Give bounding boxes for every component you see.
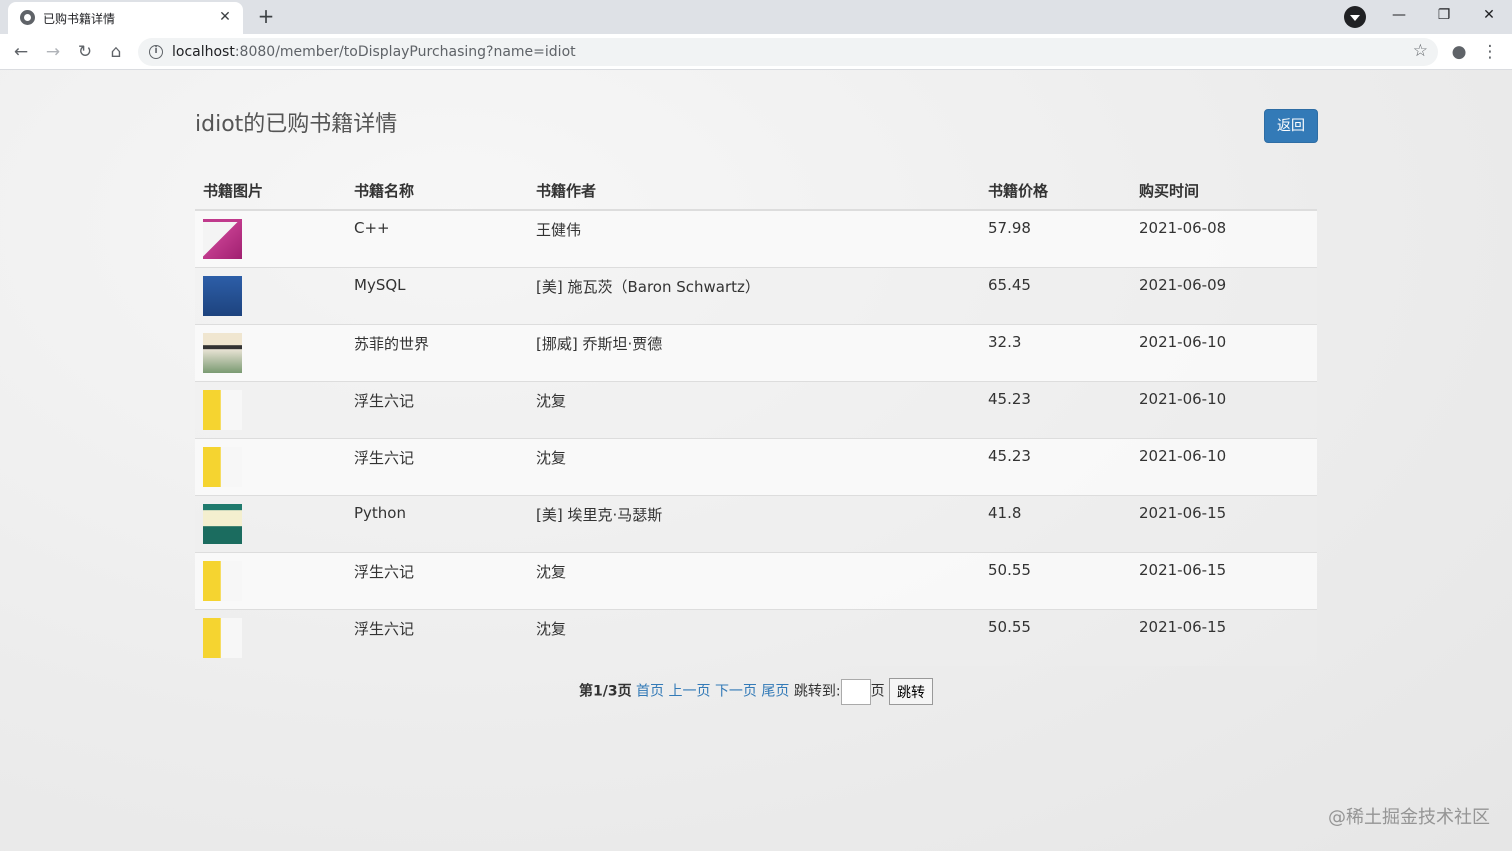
- back-button[interactable]: 返回: [1264, 109, 1318, 143]
- book-author: [美] 施瓦茨（Baron Schwartz）: [528, 267, 980, 325]
- tab-title: 已购书籍详情: [43, 12, 116, 26]
- purchased-books-table: 书籍图片 书籍名称 书籍作者 书籍价格 购买时间 C++ 王健伟 57.98 2…: [195, 170, 1317, 666]
- header-cover: 书籍图片: [195, 170, 346, 211]
- tab-search-icon[interactable]: [1344, 6, 1366, 28]
- book-price: 50.55: [980, 609, 1131, 666]
- profile-icon[interactable]: ●: [1446, 39, 1472, 65]
- watermark: @稀土掘金技术社区: [1328, 807, 1490, 828]
- page-number-input[interactable]: [840, 678, 871, 705]
- table-row: 浮生六记 沈复 50.55 2021-06-15: [195, 552, 1317, 610]
- book-price: 41.8: [980, 495, 1131, 553]
- pagination: 第1/3页 首页 上一页 下一页 尾页 跳转到: 页 跳转: [195, 678, 1317, 705]
- python-book-cover: [203, 504, 242, 544]
- table-header-row: 书籍图片 书籍名称 书籍作者 书籍价格 购买时间: [195, 170, 1317, 211]
- table-row: Python [美] 埃里克·马瑟斯 41.8 2021-06-15: [195, 495, 1317, 553]
- last-page-link[interactable]: 尾页: [761, 684, 789, 700]
- fusheng-book-cover: [203, 390, 242, 430]
- info-icon[interactable]: i: [149, 45, 163, 59]
- header-name: 书籍名称: [346, 170, 528, 211]
- book-price: 65.45: [980, 267, 1131, 325]
- page-unit-label: 页: [870, 683, 885, 700]
- back-arrow-icon[interactable]: ←: [8, 39, 34, 65]
- bookmark-star-icon[interactable]: ☆: [1413, 41, 1428, 61]
- book-name: 浮生六记: [346, 552, 528, 610]
- header-author: 书籍作者: [528, 170, 980, 211]
- forward-arrow-icon[interactable]: →: [40, 39, 66, 65]
- book-author: 沈复: [528, 438, 980, 496]
- browser-toolbar: ← → ↻ ⌂ i localhost:8080/member/toDispla…: [0, 34, 1512, 70]
- book-author: 沈复: [528, 552, 980, 610]
- prev-page-link[interactable]: 上一页: [668, 684, 710, 700]
- table-row: 浮生六记 沈复 45.23 2021-06-10: [195, 438, 1317, 496]
- reload-icon[interactable]: ↻: [72, 39, 98, 65]
- sophie-book-cover: [203, 333, 242, 373]
- book-name: Python: [346, 495, 528, 553]
- book-price: 45.23: [980, 381, 1131, 439]
- purchase-date: 2021-06-10: [1131, 438, 1317, 496]
- purchase-date: 2021-06-09: [1131, 267, 1317, 325]
- menu-dots-icon[interactable]: ⋮: [1477, 39, 1503, 65]
- restore-icon[interactable]: ❐: [1421, 0, 1467, 32]
- jump-button[interactable]: 跳转: [889, 678, 934, 705]
- book-author: 沈复: [528, 381, 980, 439]
- close-icon[interactable]: ✕: [215, 7, 235, 27]
- book-author: 沈复: [528, 609, 980, 666]
- mysql-book-cover: [203, 276, 242, 316]
- page-body: idiot的已购书籍详情 返回 书籍图片 书籍名称 书籍作者 书籍价格 购买时间…: [0, 70, 1512, 851]
- minimize-icon[interactable]: —: [1376, 0, 1422, 32]
- book-author: [挪威] 乔斯坦·贾德: [528, 324, 980, 382]
- cpp-book-cover: [203, 219, 242, 259]
- book-price: 32.3: [980, 324, 1131, 382]
- book-name: 浮生六记: [346, 438, 528, 496]
- first-page-link[interactable]: 首页: [636, 684, 664, 700]
- book-name: 浮生六记: [346, 609, 528, 666]
- current-page-indicator: 第1/3页: [578, 683, 632, 700]
- book-name: 苏菲的世界: [346, 324, 528, 382]
- book-author: 王健伟: [528, 209, 980, 268]
- window-close-icon[interactable]: ✕: [1466, 0, 1512, 32]
- table-row: 浮生六记 沈复 50.55 2021-06-15: [195, 609, 1317, 666]
- table-row: 苏菲的世界 [挪威] 乔斯坦·贾德 32.3 2021-06-10: [195, 324, 1317, 382]
- next-page-link[interactable]: 下一页: [715, 684, 757, 700]
- fusheng-book-cover: [203, 447, 242, 487]
- purchase-date: 2021-06-15: [1131, 609, 1317, 666]
- url-text: localhost:8080/member/toDisplayPurchasin…: [172, 44, 576, 60]
- jump-label: 跳转到:: [793, 683, 841, 700]
- book-name: 浮生六记: [346, 381, 528, 439]
- purchase-date: 2021-06-08: [1131, 209, 1317, 268]
- book-author: [美] 埃里克·马瑟斯: [528, 495, 980, 553]
- purchase-date: 2021-06-15: [1131, 552, 1317, 610]
- book-name: MySQL: [346, 267, 528, 325]
- home-icon[interactable]: ⌂: [103, 39, 129, 65]
- globe-icon: [20, 10, 35, 25]
- fusheng-book-cover: [203, 618, 242, 658]
- header-date: 购买时间: [1131, 170, 1317, 211]
- purchase-date: 2021-06-10: [1131, 381, 1317, 439]
- purchase-date: 2021-06-15: [1131, 495, 1317, 553]
- purchase-date: 2021-06-10: [1131, 324, 1317, 382]
- address-bar[interactable]: i localhost:8080/member/toDisplayPurchas…: [138, 38, 1438, 66]
- browser-tab[interactable]: 已购书籍详情 ✕: [8, 2, 243, 34]
- new-tab-icon[interactable]: +: [252, 4, 280, 30]
- book-price: 57.98: [980, 209, 1131, 268]
- book-price: 45.23: [980, 438, 1131, 496]
- page-title: idiot的已购书籍详情: [195, 112, 398, 137]
- book-name: C++: [346, 209, 528, 268]
- fusheng-book-cover: [203, 561, 242, 601]
- table-row: 浮生六记 沈复 45.23 2021-06-10: [195, 381, 1317, 439]
- browser-tab-bar: 已购书籍详情 ✕ + — ❐ ✕: [0, 0, 1512, 34]
- header-price: 书籍价格: [980, 170, 1131, 211]
- table-row: C++ 王健伟 57.98 2021-06-08: [195, 209, 1317, 268]
- book-price: 50.55: [980, 552, 1131, 610]
- table-row: MySQL [美] 施瓦茨（Baron Schwartz） 65.45 2021…: [195, 267, 1317, 325]
